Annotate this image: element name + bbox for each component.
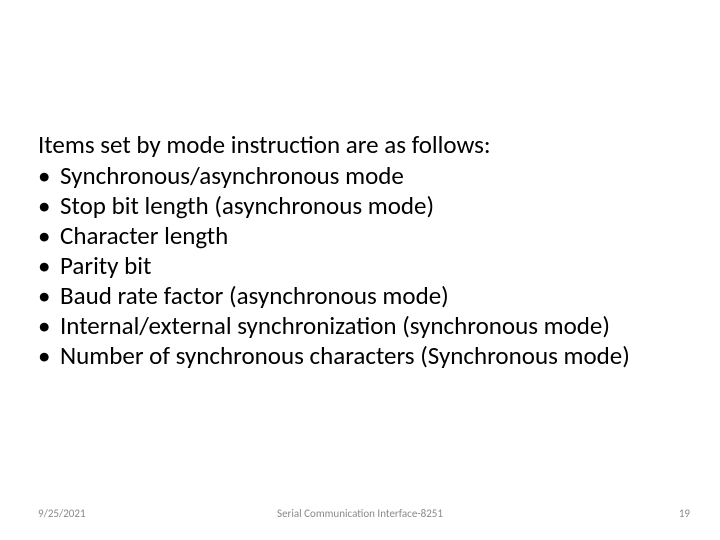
- slide-content: Items set by mode instruction are as fol…: [38, 130, 682, 371]
- list-item: Parity bit: [38, 251, 682, 281]
- slide: Items set by mode instruction are as fol…: [0, 0, 720, 540]
- list-item: Character length: [38, 221, 682, 251]
- list-item: Internal/external synchronization (synch…: [38, 311, 682, 341]
- bullet-list: Synchronous/asynchronous mode Stop bit l…: [38, 161, 682, 371]
- list-item: Synchronous/asynchronous mode: [38, 161, 682, 191]
- list-item: Baud rate factor (asynchronous mode): [38, 281, 682, 311]
- list-item: Stop bit length (asynchronous mode): [38, 191, 682, 221]
- list-item: Number of synchronous characters (Synchr…: [38, 341, 682, 371]
- footer-page-number: 19: [679, 507, 690, 520]
- footer-title: Serial Communication Interface-8251: [0, 507, 720, 520]
- content-heading: Items set by mode instruction are as fol…: [38, 130, 682, 160]
